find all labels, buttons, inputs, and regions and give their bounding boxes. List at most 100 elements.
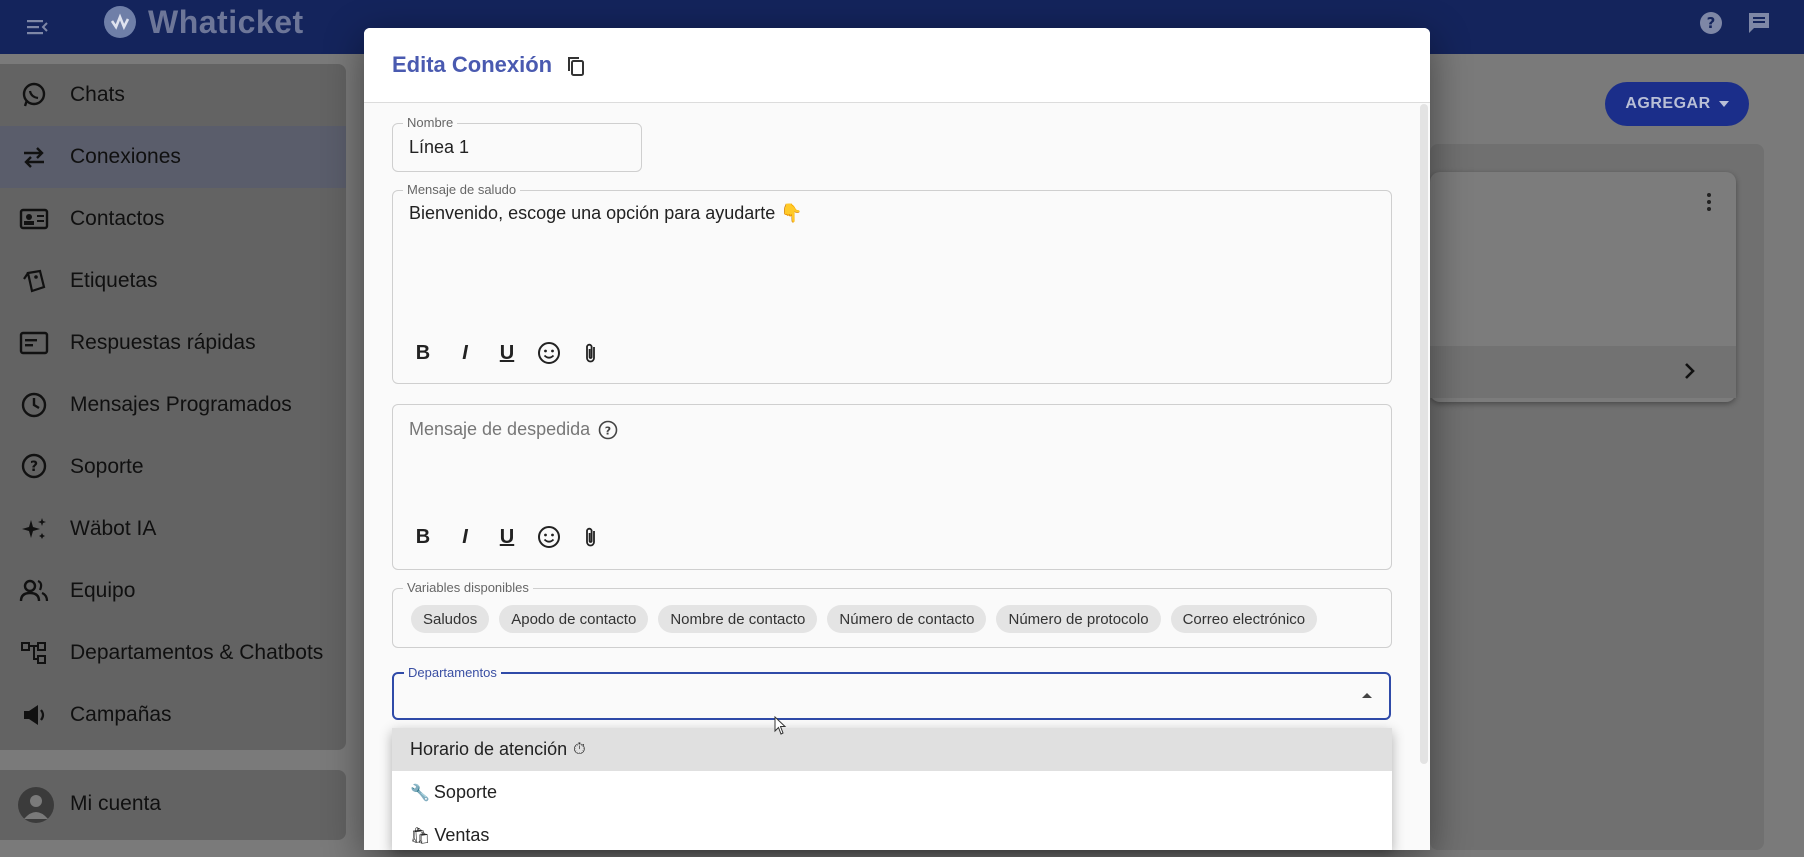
sidebar-item-departamentos[interactable]: Departamentos & Chatbots [0, 622, 346, 684]
add-button-label: AGREGAR [1625, 95, 1711, 112]
more-vert-icon[interactable] [1706, 192, 1712, 212]
sidebar-item-soporte[interactable]: ? Soporte [0, 436, 346, 498]
farewell-message-field[interactable]: Mensaje de despedida ? B I U [392, 404, 1392, 570]
add-button[interactable]: AGREGAR [1605, 82, 1749, 126]
connection-card-row[interactable] [1430, 346, 1736, 398]
sidebar-item-mensajes-programados[interactable]: Mensajes Programados [0, 374, 346, 436]
sidebar-item-contactos[interactable]: Contactos [0, 188, 346, 250]
sidebar-item-label: Contactos [70, 207, 165, 230]
caret-down-icon [1718, 101, 1729, 107]
italic-button[interactable]: I [453, 341, 477, 365]
whatsapp-icon [18, 79, 50, 111]
variable-chip[interactable]: Correo electrónico [1170, 605, 1318, 633]
variable-chip[interactable]: Apodo de contacto [499, 605, 649, 633]
variable-chips: Saludos Apodo de contacto Nombre de cont… [411, 605, 1318, 633]
greeting-field-value: Bienvenido, escoge una opción para ayuda… [409, 203, 803, 223]
emoji-icon[interactable] [537, 341, 561, 365]
attach-icon[interactable] [579, 525, 603, 549]
dialog-title: Edita Conexión [392, 52, 553, 77]
sidebar-item-respuestas-rapidas[interactable]: Respuestas rápidas [0, 312, 346, 374]
sidebar: Chats Conexiones Contactos Etiquetas Res… [0, 64, 346, 750]
sidebar-item-label: Departamentos & Chatbots [70, 641, 324, 664]
mouse-cursor-icon [774, 716, 787, 735]
department-option-label: Horario de atención [410, 739, 568, 759]
tag-icon [18, 265, 50, 297]
sidebar-item-label: Chats [70, 83, 125, 106]
name-field-value: Línea 1 [409, 137, 470, 157]
underline-button[interactable]: U [495, 341, 519, 365]
departments-label: Departamentos [404, 665, 501, 680]
sidebar-item-label: Mi cuenta [70, 792, 162, 815]
app-name: Whaticket [148, 3, 304, 40]
sidebar-item-label: Campañas [70, 703, 172, 726]
caret-up-icon[interactable] [1361, 690, 1373, 702]
emoji-icon[interactable] [537, 525, 561, 549]
department-option[interactable]: 🛍 Ventas [392, 814, 1392, 857]
underline-button[interactable]: U [495, 525, 519, 549]
sidebar-item-label: Soporte [70, 455, 144, 478]
sidebar-item-etiquetas[interactable]: Etiquetas [0, 250, 346, 312]
people-icon [18, 575, 50, 607]
app-logo: Whaticket [104, 2, 304, 42]
dialog-header: Edita Conexión [364, 28, 1430, 103]
variables-panel: Variables disponibles Saludos Apodo de c… [392, 580, 1392, 648]
sidebar-item-label: Mensajes Programados [70, 393, 292, 416]
contact-card-icon [18, 203, 50, 235]
department-option[interactable]: 🔧 Soporte [392, 771, 1392, 814]
shopping-bag-icon: 🛍 [410, 827, 431, 845]
department-option-label: Soporte [433, 782, 497, 802]
greeting-message-field[interactable]: Mensaje de saludo Bienvenido, escoge una… [392, 182, 1392, 384]
svg-text:?: ? [1707, 14, 1716, 32]
edit-connection-dialog: Edita Conexión Nombre Línea 1 Mensaje de… [364, 28, 1430, 850]
help-icon[interactable]: ? [1696, 8, 1726, 38]
greeting-field-label: Mensaje de saludo [403, 182, 521, 197]
clock-icon [18, 389, 50, 421]
variables-label: Variables disponibles [403, 580, 533, 595]
variable-chip[interactable]: Saludos [411, 605, 490, 633]
sidebar-item-mi-cuenta[interactable]: Mi cuenta [0, 770, 346, 840]
menu-collapse-icon[interactable] [24, 14, 50, 40]
italic-button[interactable]: I [453, 525, 477, 549]
stopwatch-icon: ⏱ [573, 740, 586, 758]
dialog-scrollbar[interactable] [1420, 104, 1428, 764]
sidebar-item-label: Etiquetas [70, 269, 158, 292]
farewell-format-toolbar: B I U [411, 525, 603, 549]
department-option-label: Ventas [434, 825, 490, 845]
bold-button[interactable]: B [411, 341, 435, 365]
sidebar-item-conexiones[interactable]: Conexiones [0, 126, 346, 188]
chevron-right-icon [1685, 363, 1695, 379]
org-chart-icon [18, 637, 50, 669]
avatar-icon [18, 787, 54, 823]
svg-text:?: ? [605, 424, 611, 437]
departments-select[interactable]: Departamentos [392, 665, 1391, 720]
name-field-label: Nombre [403, 115, 458, 130]
sidebar-item-label: Respuestas rápidas [70, 331, 256, 354]
farewell-placeholder: Mensaje de despedida ? [409, 419, 618, 440]
sidebar-item-label: Wäbot IA [70, 517, 157, 540]
attach-icon[interactable] [579, 341, 603, 365]
departments-dropdown: Horario de atención ⏱ 🔧 Soporte 🛍 Ventas [392, 728, 1392, 850]
help-outline-icon[interactable]: ? [598, 420, 618, 440]
sidebar-item-campanas[interactable]: Campañas [0, 684, 346, 746]
sparkle-icon [18, 513, 50, 545]
swap-arrows-icon [18, 141, 50, 173]
farewell-placeholder-text: Mensaje de despedida [409, 419, 591, 439]
copy-icon[interactable] [564, 54, 588, 78]
sidebar-item-chats[interactable]: Chats [0, 64, 346, 126]
variable-chip[interactable]: Nombre de contacto [658, 605, 818, 633]
name-field[interactable]: Nombre Línea 1 [392, 115, 642, 172]
variable-chip[interactable]: Número de protocolo [996, 605, 1161, 633]
sidebar-item-equipo[interactable]: Equipo [0, 560, 346, 622]
sidebar-item-label: Equipo [70, 579, 136, 602]
wrench-icon: 🔧 [410, 784, 430, 802]
bold-button[interactable]: B [411, 525, 435, 549]
quick-reply-icon [18, 327, 50, 359]
variable-chip[interactable]: Número de contacto [827, 605, 987, 633]
sidebar-item-wabot-ia[interactable]: Wäbot IA [0, 498, 346, 560]
logo-icon [104, 6, 136, 38]
megaphone-icon [18, 699, 50, 731]
chat-bubble-icon[interactable] [1744, 8, 1774, 38]
svg-text:?: ? [30, 459, 38, 475]
greeting-format-toolbar: B I U [411, 341, 603, 365]
department-option[interactable]: Horario de atención ⏱ [392, 728, 1392, 771]
